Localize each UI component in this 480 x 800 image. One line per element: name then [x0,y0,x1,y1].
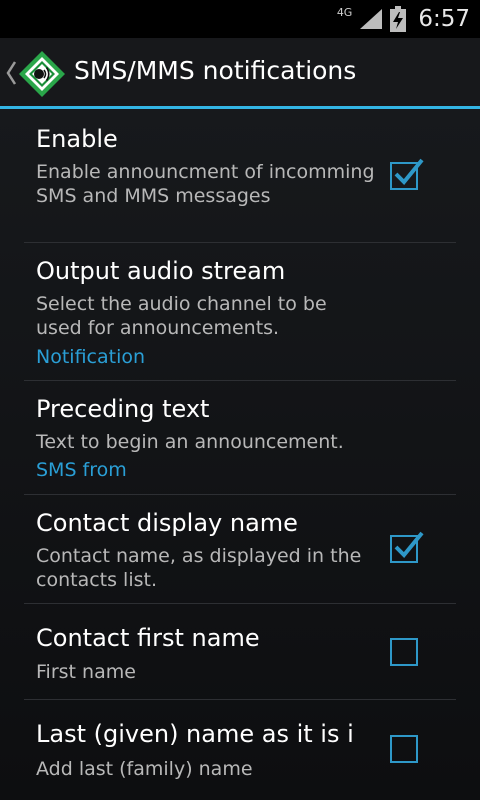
pref-last-name[interactable]: Last (given) name as it is in the contac… [0,700,480,800]
pref-summary: Add last (family) name [36,758,253,780]
pref-value: SMS from [36,459,127,481]
checkmark-icon [394,158,424,185]
pref-preceding-text[interactable]: Preceding text Text to begin an announce… [0,381,480,494]
pref-contact-first-name-checkbox[interactable] [390,638,418,666]
pref-last-name-checkbox[interactable] [390,735,418,763]
pref-summary: Select the audio channel to be used for … [36,293,327,339]
pref-output-audio-stream[interactable]: Output audio stream Select the audio cha… [0,243,480,380]
page-title: SMS/MMS notifications [74,56,357,85]
speaker-shield-icon[interactable] [18,50,66,98]
pref-enable[interactable]: Enable Enable announcment of incomming S… [0,109,480,242]
chevron-left-icon[interactable] [5,60,17,86]
pref-summary: Enable announcment of incomming SMS and … [36,161,375,207]
battery-charging-icon [390,6,407,32]
pref-title: Preceding text [36,395,210,423]
pref-title: Contact first name [36,624,260,652]
signal-strength-icon [360,9,383,29]
status-icons: 4G 6:57 [337,0,470,38]
pref-value: Notification [36,346,146,368]
pref-summary: Contact name, as displayed in the contac… [36,545,362,591]
pref-contact-first-name[interactable]: Contact first name First name [0,604,480,699]
pref-summary: First name [36,661,136,683]
pref-contact-display-name-checkbox[interactable] [390,531,424,563]
status-clock: 6:57 [418,6,470,32]
pref-title: Contact display name [36,509,298,537]
checkmark-icon [394,531,424,558]
pref-title: Last (given) name as it is in the contac… [36,720,354,748]
status-bar: 4G 6:57 [0,0,480,38]
pref-enable-checkbox[interactable] [390,158,424,190]
network-type-label: 4G [336,5,353,19]
pref-contact-display-name[interactable]: Contact display name Contact name, as di… [0,495,480,603]
pref-title: Output audio stream [36,257,286,285]
pref-summary: Text to begin an announcement. [36,431,344,453]
pref-title: Enable [36,125,118,153]
